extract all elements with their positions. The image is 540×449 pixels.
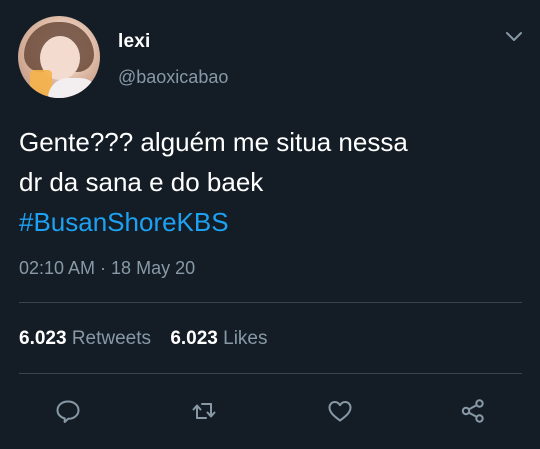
retweets-count: 6.023 [19,328,67,349]
hashtag-link[interactable]: #BusanShoreKBS [19,202,524,242]
share-button[interactable] [459,397,487,425]
likes-label: Likes [223,328,268,349]
user-handle[interactable]: @baoxicabao [118,67,228,88]
retweet-button[interactable] [190,397,218,425]
divider [19,302,522,303]
avatar-shirt [48,78,100,98]
share-icon [459,397,487,425]
tweet-stats: 6.023 Retweets 6.023 Likes [19,328,282,350]
reply-button[interactable] [54,397,82,425]
tweet-line-2: dr da sana e do baek [19,167,264,197]
likes-count: 6.023 [170,328,218,349]
likes-stat[interactable]: 6.023 Likes [170,328,267,349]
user-name[interactable]: lexi [118,31,151,53]
divider [19,373,522,374]
retweets-label: Retweets [71,328,152,349]
tweet-line-1: Gente??? alguém me situa nessa [19,127,408,157]
tweet-timestamp[interactable]: 02:10 AM · 18 May 20 [19,258,195,279]
avatar[interactable] [18,16,100,98]
like-button[interactable] [326,397,354,425]
retweet-icon [190,397,218,425]
retweets-stat[interactable]: 6.023 Retweets [19,328,156,349]
reply-icon [54,397,82,425]
heart-icon [326,397,354,425]
tweet-text: Gente??? alguém me situa nessa dr da san… [19,122,524,242]
chevron-down-icon[interactable] [505,30,523,44]
